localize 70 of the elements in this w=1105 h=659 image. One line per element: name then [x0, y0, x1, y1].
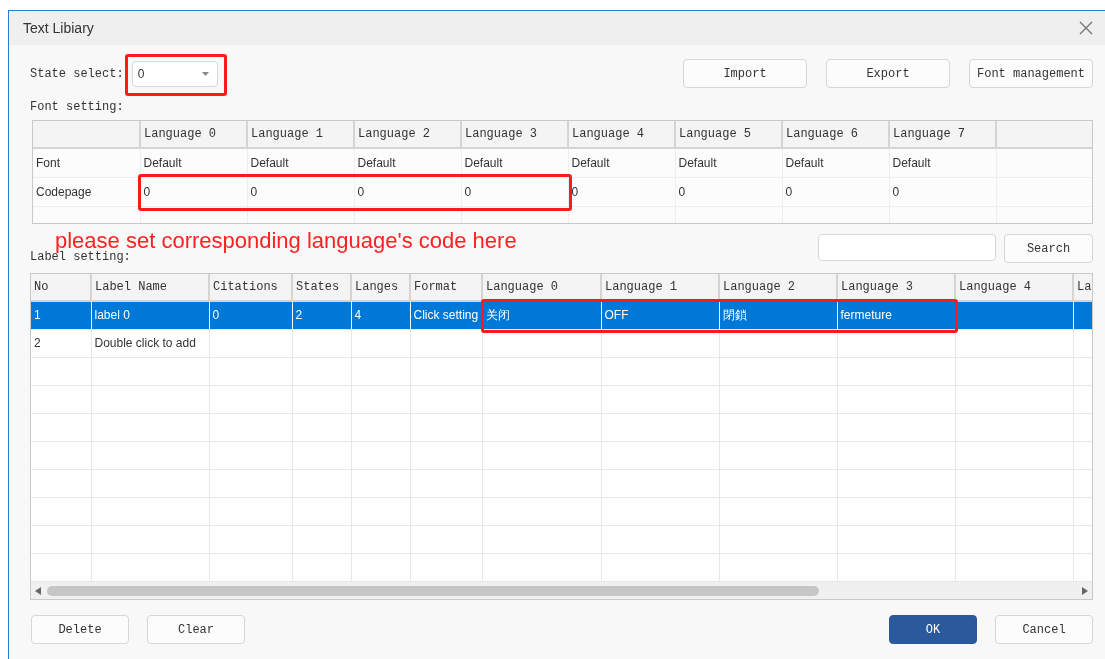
table-cell[interactable]: Default — [354, 148, 461, 177]
table-cell[interactable]: 0 — [568, 177, 675, 206]
table-cell[interactable]: 0 — [209, 301, 292, 329]
column-header: Language 5 — [675, 121, 782, 148]
scroll-left-icon[interactable] — [35, 587, 41, 595]
scroll-right-icon[interactable] — [1082, 587, 1088, 595]
table-cell[interactable]: Default — [782, 148, 889, 177]
column-header: Citations — [209, 274, 292, 301]
footer-button[interactable]: Clear — [147, 615, 245, 644]
toolbar-button[interactable]: Export — [826, 59, 950, 88]
table-cell[interactable]: Default — [461, 148, 568, 177]
ok-button[interactable]: OK — [889, 615, 977, 644]
table-cell[interactable]: Default — [140, 148, 247, 177]
footer-button[interactable]: Delete — [31, 615, 129, 644]
column-header: Format — [410, 274, 482, 301]
state-select[interactable]: 0 — [131, 60, 218, 87]
table-cell[interactable]: Click setting — [410, 301, 482, 329]
state-select-label: State select: — [30, 65, 124, 83]
table-cell[interactable]: fermeture — [837, 301, 955, 329]
column-header: Language 4 — [568, 121, 675, 148]
column-header: Language 6 — [782, 121, 889, 148]
table-cell[interactable]: 0 — [354, 177, 461, 206]
table-cell[interactable]: 关闭 — [482, 301, 601, 329]
search-field[interactable] — [818, 234, 996, 261]
toolbar-button[interactable]: Import — [683, 59, 807, 88]
table-cell[interactable]: 閉鎖 — [719, 301, 837, 329]
table-cell[interactable]: 4 — [351, 301, 410, 329]
table-cell[interactable]: 2 — [31, 329, 91, 357]
table-cell[interactable]: 2 — [292, 301, 351, 329]
table-cell[interactable]: Default — [675, 148, 782, 177]
column-header: Language 4 — [955, 274, 1073, 301]
table-cell[interactable]: Default — [889, 148, 996, 177]
section-label: Font setting: — [30, 100, 124, 114]
column-header: States — [292, 274, 351, 301]
close-icon[interactable] — [1079, 21, 1093, 35]
table-cell[interactable]: 0 — [889, 177, 996, 206]
table-cell[interactable]: 0 — [782, 177, 889, 206]
column-header: Label Name — [91, 274, 209, 301]
table-cell[interactable]: Double click to add — [91, 329, 209, 357]
column-header: Language 7 — [889, 121, 996, 148]
section-label: Label setting: — [30, 250, 131, 264]
search-button[interactable]: Search — [1004, 234, 1093, 263]
table-cell[interactable]: Default — [568, 148, 675, 177]
column-header: No — [31, 274, 91, 301]
row-label: Codepage — [33, 177, 140, 206]
column-header: Langes — [351, 274, 410, 301]
column-header: Language 3 — [837, 274, 955, 301]
column-header: Language 3 — [461, 121, 568, 148]
scrollbar-thumb[interactable] — [47, 586, 819, 596]
table-cell[interactable]: label 0 — [91, 301, 209, 329]
column-header: Language 2 — [354, 121, 461, 148]
column-header: Language 1 — [601, 274, 719, 301]
table-cell[interactable]: OFF — [601, 301, 719, 329]
column-header: Language 1 — [247, 121, 354, 148]
horizontal-scrollbar[interactable] — [31, 582, 1092, 599]
table-cell[interactable]: 1 — [31, 301, 91, 329]
column-header: Language 0 — [140, 121, 247, 148]
row-label: Font — [33, 148, 140, 177]
footer-button[interactable]: Cancel — [995, 615, 1093, 644]
table-cell[interactable]: 0 — [675, 177, 782, 206]
toolbar-button[interactable]: Font management — [969, 59, 1093, 88]
table-cell[interactable]: 0 — [247, 177, 354, 206]
table-cell[interactable]: Default — [247, 148, 354, 177]
annotation-text: please set corresponding language's code here — [55, 228, 517, 253]
column-header: Language 0 — [482, 274, 601, 301]
table-cell[interactable]: 0 — [140, 177, 247, 206]
column-header: Language 2 — [719, 274, 837, 301]
window-title: Text Libiary — [23, 18, 94, 38]
dropdown-arrow-icon — [201, 71, 209, 76]
table-cell[interactable]: 0 — [461, 177, 568, 206]
